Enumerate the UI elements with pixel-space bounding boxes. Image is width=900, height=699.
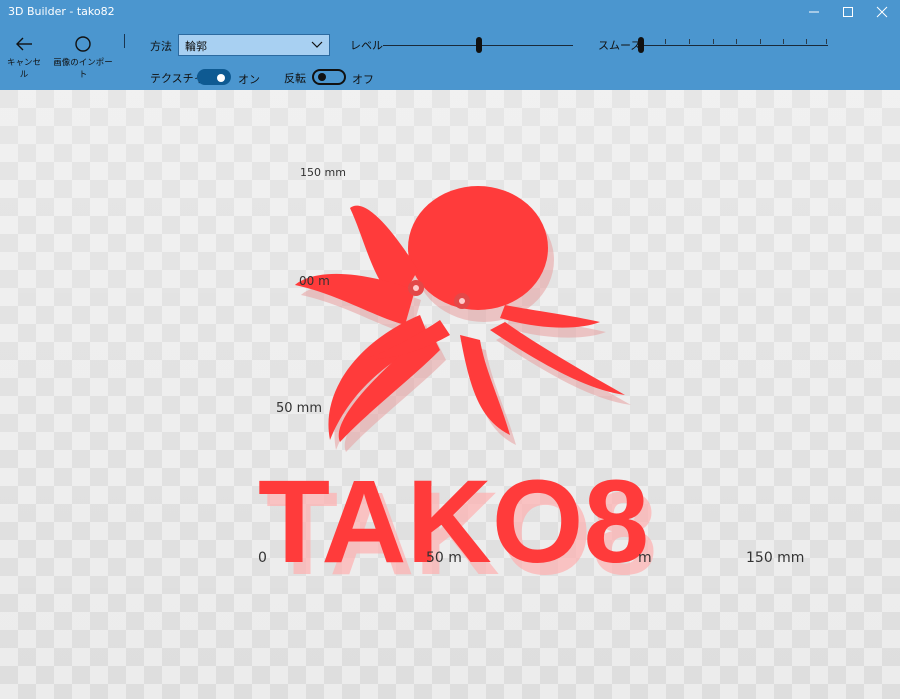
axis-label-y-top: 150 mm bbox=[300, 166, 346, 179]
texture-state: オン bbox=[238, 73, 260, 86]
axis-label-x-right: m bbox=[638, 550, 652, 566]
import-toolbar: キャンセル 画像のインポート 方法 輪郭 レベル スムーズ テクスチャ オン 反… bbox=[0, 24, 900, 90]
minimize-button[interactable] bbox=[797, 0, 831, 24]
axis-label-x-zero: 0 bbox=[258, 550, 267, 566]
minimize-icon bbox=[809, 11, 819, 13]
cancel-button[interactable]: キャンセル bbox=[4, 32, 44, 80]
invert-label: 反転 bbox=[284, 72, 306, 85]
import-image-button[interactable]: 画像のインポート bbox=[50, 32, 116, 80]
level-slider-thumb[interactable] bbox=[476, 37, 482, 53]
smooth-tick bbox=[826, 39, 827, 44]
maximize-button[interactable] bbox=[831, 0, 865, 24]
level-label: レベル bbox=[350, 39, 383, 52]
smooth-tick bbox=[665, 39, 666, 44]
method-label: 方法 bbox=[150, 40, 172, 53]
smooth-tick bbox=[689, 39, 690, 44]
toolbar-separator bbox=[124, 34, 125, 48]
smooth-tick bbox=[736, 39, 737, 44]
smooth-tick bbox=[760, 39, 761, 44]
axis-label-y-mid: 00 m bbox=[299, 274, 330, 288]
smooth-tick bbox=[806, 39, 807, 44]
toggle-knob bbox=[217, 74, 225, 82]
axis-label-y-low: 50 mm bbox=[276, 401, 323, 416]
axis-label-x-far: 150 mm bbox=[746, 550, 805, 566]
plate-shading bbox=[0, 90, 900, 699]
smooth-tick bbox=[783, 39, 784, 44]
invert-state: オフ bbox=[352, 73, 374, 86]
cancel-label: キャンセル bbox=[6, 58, 41, 80]
close-icon bbox=[876, 6, 888, 18]
circle-icon bbox=[75, 36, 91, 52]
import-image-label: 画像のインポート bbox=[53, 58, 113, 80]
toggle-knob bbox=[318, 73, 326, 81]
model-text[interactable]: TAKO8 bbox=[258, 456, 649, 588]
chevron-down-icon bbox=[311, 41, 323, 48]
axis-label-x-mid: 50 m bbox=[426, 550, 462, 566]
build-plate-canvas: TAKO8 TAKO8 bbox=[0, 90, 900, 699]
title-bar: 3D Builder - tako82 bbox=[0, 0, 900, 24]
smooth-tick bbox=[713, 39, 714, 44]
smooth-slider-track bbox=[640, 45, 828, 46]
3d-viewport[interactable]: TAKO8 TAKO8 150 mm 00 m 50 mm 0 50 m m 1… bbox=[0, 90, 900, 699]
close-button[interactable] bbox=[865, 0, 899, 24]
method-dropdown[interactable]: 輪郭 bbox=[178, 34, 330, 56]
invert-toggle[interactable] bbox=[312, 69, 346, 85]
back-arrow-icon bbox=[16, 37, 32, 51]
method-value: 輪郭 bbox=[185, 40, 207, 53]
window-title: 3D Builder - tako82 bbox=[8, 5, 115, 18]
smooth-label: スムーズ bbox=[598, 39, 642, 52]
texture-toggle[interactable] bbox=[197, 69, 231, 85]
maximize-icon bbox=[843, 7, 853, 17]
smooth-slider-thumb[interactable] bbox=[638, 37, 644, 53]
